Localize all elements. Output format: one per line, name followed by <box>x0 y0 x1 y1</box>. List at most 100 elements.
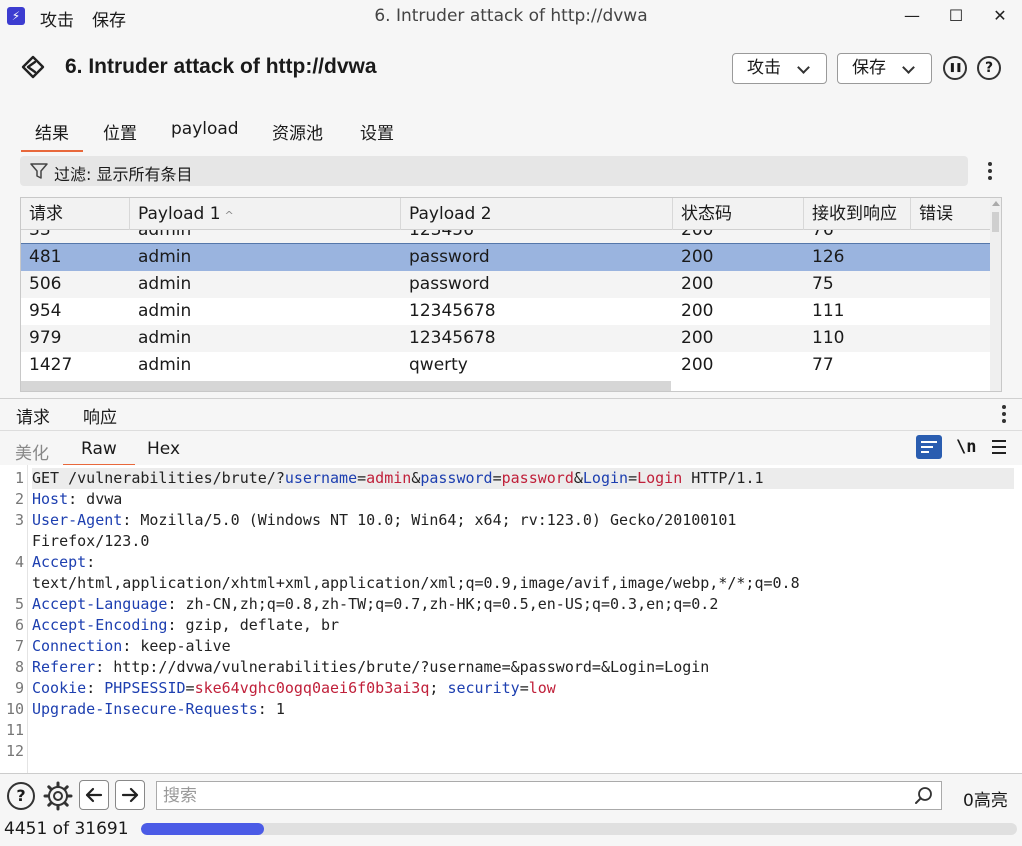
word-wrap-icon[interactable] <box>916 435 942 459</box>
gear-icon[interactable] <box>43 781 73 811</box>
cell-payload1: admin <box>138 274 192 294</box>
line-number: 11 <box>5 721 24 739</box>
scroll-up-icon[interactable] <box>992 201 1000 206</box>
code-line-upgrade: Upgrade-Insecure-Requests: 1 <box>32 700 285 718</box>
cell-response: 111 <box>812 301 845 321</box>
table-body: 33 admin 123456 200 76 481 admin password 200 126… <box>21 230 991 380</box>
line-number: 8 <box>14 658 24 676</box>
tab-resource-pool[interactable]: 资源池 <box>272 119 323 144</box>
chevron-down-icon <box>902 61 915 74</box>
scroll-thumb[interactable] <box>992 212 999 232</box>
col-payload2[interactable]: Payload 2 <box>401 198 673 230</box>
show-newlines-button[interactable]: \n <box>956 437 976 457</box>
tab-positions[interactable]: 位置 <box>103 119 137 144</box>
cell-response: 77 <box>812 355 834 375</box>
raw-request-editor[interactable]: 1 2 3 4 5 6 7 8 9 10 11 12 GET /vulnerabilities/bru… <box>0 465 1022 773</box>
cell-response: 75 <box>812 274 834 294</box>
cell-status: 200 <box>681 355 714 375</box>
minimize-button[interactable]: — <box>897 4 927 28</box>
attack-dropdown-button[interactable]: 攻击 <box>732 53 827 84</box>
table-row[interactable]: 481 admin password 200 126 <box>21 243 991 272</box>
table-row[interactable]: 1427 admin qwerty 200 77 <box>21 352 991 379</box>
pause-icon[interactable]: ❚❚ <box>943 56 967 80</box>
col-request[interactable]: 请求 <box>21 198 130 230</box>
cell-request: 33 <box>29 230 51 240</box>
cell-error <box>911 298 919 325</box>
col-payload1-label: Payload 1 <box>138 204 221 224</box>
line-number: 1 <box>14 469 24 487</box>
table-row[interactable]: 954 admin 12345678 200 111 <box>21 298 991 325</box>
tab-response[interactable]: 响应 <box>83 403 117 428</box>
code-line-user-agent: User-Agent: Mozilla/5.0 (Windows NT 10.0… <box>32 511 737 529</box>
results-table: 请求 Payload 1 ^ Payload 2 状态码 接收到响应 错误 33 a… <box>20 197 1002 392</box>
code-line-1: GET /vulnerabilities/brute/?username=adm… <box>32 468 1014 489</box>
filter-bar[interactable]: 过滤: 显示所有条目 <box>20 156 968 186</box>
col-payload1[interactable]: Payload 1 ^ <box>130 198 401 230</box>
attack-progress-bar <box>141 823 1017 835</box>
sort-ascending-icon: ^ <box>224 209 234 222</box>
cell-status: 200 <box>681 247 714 267</box>
help-icon[interactable]: ? <box>7 782 35 810</box>
tab-raw[interactable]: Raw <box>63 439 135 466</box>
cell-error <box>911 230 919 244</box>
cell-error <box>911 271 919 298</box>
arrow-right-icon <box>121 787 139 803</box>
cell-error <box>911 352 919 379</box>
cell-request: 954 <box>29 301 62 321</box>
cell-payload2: password <box>409 274 490 294</box>
save-dropdown-button[interactable]: 保存 <box>837 53 932 84</box>
table-row[interactable]: 33 admin 123456 200 76 <box>21 230 991 244</box>
line-number: 7 <box>14 637 24 655</box>
col-response-received[interactable]: 接收到响应 <box>804 198 911 230</box>
cell-payload1: admin <box>138 301 192 321</box>
progress-count: 4451 of 31691 <box>4 819 129 839</box>
cell-payload2: qwerty <box>409 355 468 375</box>
code-line-accept-encoding: Accept-Encoding: gzip, deflate, br <box>32 616 340 634</box>
line-number: 3 <box>14 511 24 529</box>
close-button[interactable]: ✕ <box>985 4 1015 28</box>
tab-settings[interactable]: 设置 <box>360 119 394 144</box>
table-row[interactable]: 506 admin password 200 75 <box>21 271 991 298</box>
page-title: 6. Intruder attack of http://dvwa <box>65 55 377 78</box>
cell-payload2: 12345678 <box>409 301 496 321</box>
line-number: 4 <box>14 553 24 571</box>
cell-payload1: admin <box>138 247 192 267</box>
tab-request[interactable]: 请求 <box>0 403 66 435</box>
arrow-left-icon <box>85 787 103 803</box>
horizontal-scrollbar[interactable] <box>21 381 671 391</box>
cell-request: 481 <box>29 247 62 267</box>
next-match-button[interactable] <box>115 780 145 810</box>
save-button-label: 保存 <box>852 58 886 78</box>
section-divider <box>0 398 1022 399</box>
hamburger-menu-icon[interactable] <box>992 440 1006 458</box>
cell-payload1: admin <box>138 328 192 348</box>
tab-payload[interactable]: payload <box>171 119 239 139</box>
line-number: 12 <box>5 742 24 760</box>
col-status[interactable]: 状态码 <box>673 198 804 230</box>
cell-response: 110 <box>812 328 845 348</box>
cell-request: 506 <box>29 274 62 294</box>
filter-more-icon[interactable] <box>988 162 992 183</box>
cell-error <box>911 325 919 352</box>
cell-payload2: 123456 <box>409 230 474 240</box>
search-input[interactable] <box>156 781 942 810</box>
tab-results[interactable]: 结果 <box>21 119 83 152</box>
request-more-icon[interactable] <box>1002 405 1006 426</box>
window-title: 6. Intruder attack of http://dvwa <box>374 6 648 26</box>
search-icon[interactable] <box>914 786 934 806</box>
code-line-connection: Connection: keep-alive <box>32 637 231 655</box>
col-error[interactable]: 错误 <box>911 198 991 230</box>
cell-payload2: 12345678 <box>409 328 496 348</box>
table-row[interactable]: 979 admin 12345678 200 110 <box>21 325 991 352</box>
help-icon[interactable]: ? <box>977 56 1001 80</box>
line-number: 2 <box>14 490 24 508</box>
previous-match-button[interactable] <box>79 780 109 810</box>
maximize-button[interactable]: ☐ <box>941 4 971 28</box>
tab-pretty[interactable]: 美化 <box>15 439 49 464</box>
tab-hex[interactable]: Hex <box>147 439 180 459</box>
vertical-scrollbar[interactable] <box>990 198 1001 391</box>
highlight-count: 0高亮 <box>963 791 1008 811</box>
code-line-user-agent-cont: Firefox/123.0 <box>32 532 150 550</box>
cell-status: 200 <box>681 274 714 294</box>
line-number: 9 <box>14 679 24 697</box>
